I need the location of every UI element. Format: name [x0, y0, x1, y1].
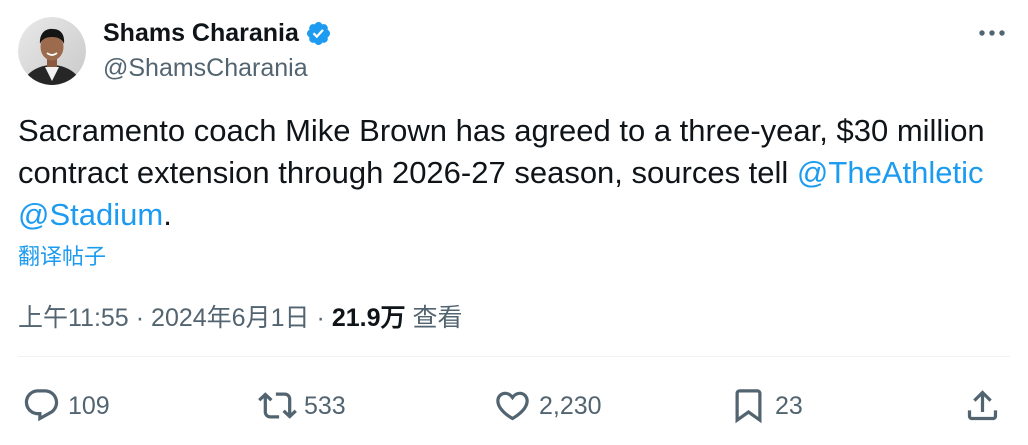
verified-badge-icon: [306, 21, 330, 45]
author-name[interactable]: Shams Charania: [103, 18, 299, 48]
views-label: 查看: [412, 304, 463, 332]
bookmark-button[interactable]: 23: [729, 386, 803, 425]
more-icon: [979, 30, 1005, 36]
tweet-meta: 上午11:55 · 2024年6月1日 · 21.9万 查看: [18, 303, 463, 333]
retweet-button[interactable]: 533: [258, 386, 346, 425]
reply-button[interactable]: 109: [22, 386, 110, 425]
meta-separator: ·: [316, 304, 325, 332]
reply-count: 109: [68, 391, 110, 420]
like-button[interactable]: 2,230: [493, 386, 602, 425]
bookmark-icon: [735, 389, 762, 424]
avatar-image: [18, 17, 86, 85]
share-button[interactable]: [963, 386, 1002, 425]
reply-icon: [24, 389, 59, 422]
mention-link-stadium[interactable]: @Stadium: [18, 197, 163, 232]
timestamp-time[interactable]: 上午11:55: [18, 303, 129, 333]
retweet-icon: [258, 392, 297, 419]
like-count: 2,230: [539, 391, 602, 420]
timestamp-date[interactable]: 2024年6月1日: [151, 303, 309, 333]
like-icon: [496, 391, 529, 421]
bookmark-count: 23: [775, 391, 803, 420]
mention-link-theathletic[interactable]: @TheAthletic: [797, 155, 984, 190]
tweet-text: Sacramento coach Mike Brown has agreed t…: [18, 110, 1013, 236]
avatar[interactable]: [18, 17, 86, 85]
translate-post-link[interactable]: 翻译帖子: [18, 243, 106, 271]
more-button[interactable]: [976, 20, 1008, 46]
retweet-count: 533: [304, 391, 346, 420]
divider: [18, 356, 1010, 357]
tweet-text-segment: .: [163, 197, 172, 232]
views-count: 21.9万: [331, 304, 406, 332]
meta-separator: ·: [135, 304, 145, 332]
author-name-row: Shams Charania: [103, 18, 332, 48]
author-handle[interactable]: @ShamsCharania: [103, 53, 308, 83]
share-icon: [967, 390, 998, 421]
